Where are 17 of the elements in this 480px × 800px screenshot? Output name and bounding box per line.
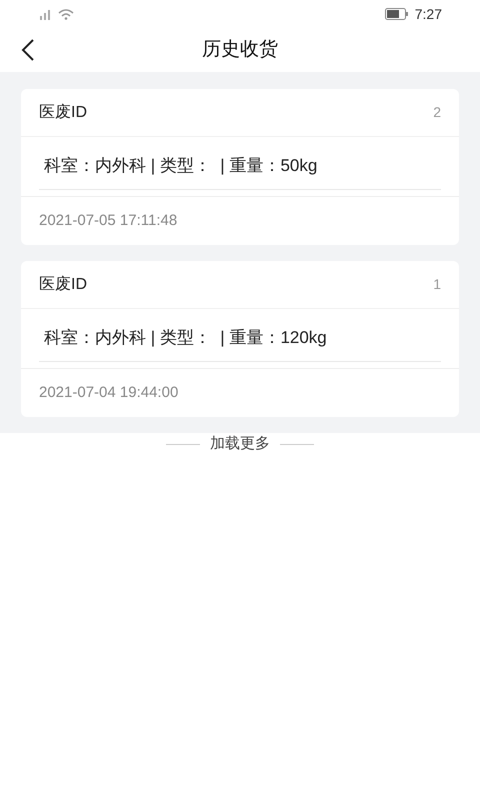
record-number: 1 [433, 275, 441, 294]
record-label: 医废ID [39, 102, 87, 122]
battery-icon [384, 8, 409, 20]
back-icon [21, 39, 35, 61]
page-title: 历史收货 [202, 38, 278, 62]
status-time: 7:27 [414, 4, 442, 24]
record-time: 2021-07-05 17:11:48 [39, 210, 178, 231]
signal-icon [38, 8, 52, 20]
record-details: 科室：内外科 | 类型： | 重量：120kg [44, 327, 327, 350]
load-more-text[interactable]: 加载更多 [210, 432, 270, 456]
record-card[interactable]: 医废ID 1 科室：内外科 | 类型： | 重量：120kg 2021-07-04 19:44:00 [21, 261, 459, 417]
record-time: 2021-07-04 19:44:00 [39, 382, 178, 403]
record-label: 医废ID [39, 274, 87, 294]
wifi-icon [58, 8, 74, 20]
record-card[interactable]: 医废ID 2 科室：内外科 | 类型： | 重量：50kg 2021-07-05 17:11:48 [21, 89, 459, 245]
record-details: 科室：内外科 | 类型： | 重量：50kg [44, 155, 318, 178]
record-number: 2 [433, 103, 441, 122]
